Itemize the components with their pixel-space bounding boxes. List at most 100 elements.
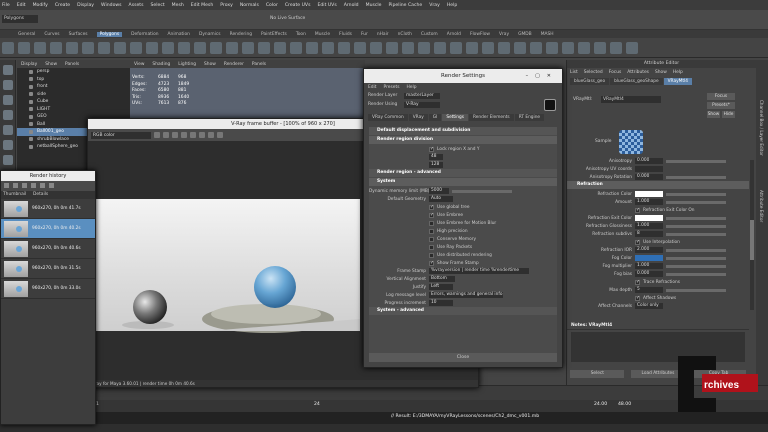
shelf-tool-icon[interactable] xyxy=(274,42,286,54)
viewport-menu-renderer[interactable]: Renderer xyxy=(224,62,244,67)
ae-node-name-field[interactable]: VRayMtl4 xyxy=(601,96,661,103)
checkbox-use-global-tree[interactable] xyxy=(429,204,434,210)
shelf-tool-icon[interactable] xyxy=(2,42,14,54)
tool-icon[interactable] xyxy=(3,155,13,165)
menu-modify[interactable]: Modify xyxy=(33,3,48,8)
ae-attr-slider[interactable] xyxy=(666,175,726,179)
history-title[interactable]: Render history xyxy=(1,171,95,181)
shelf-tool-icon[interactable] xyxy=(18,42,30,54)
shelf-tool-icon[interactable] xyxy=(82,42,94,54)
shelf-tab-vray[interactable]: Vray xyxy=(499,32,509,37)
log-level-field[interactable]: Errors, warnings and general info xyxy=(429,292,503,298)
section-system[interactable]: System xyxy=(369,178,557,186)
outliner-item[interactable]: side xyxy=(17,91,132,99)
shelf-tab-animation[interactable]: Animation xyxy=(168,32,190,37)
shelf-tab-surfaces[interactable]: Surfaces xyxy=(69,32,88,37)
side-tab-channel-box[interactable]: Channel Box / Layer Editor xyxy=(759,100,764,156)
shelf-tool-icon[interactable] xyxy=(626,42,638,54)
section-system-advanced[interactable]: System - advanced xyxy=(369,307,557,315)
viewport-menu-panels[interactable]: Panels xyxy=(252,62,266,67)
ae-attr-slider[interactable] xyxy=(666,232,726,236)
shelf-tool-icon[interactable] xyxy=(210,42,222,54)
shelf-tool-icon[interactable] xyxy=(594,42,606,54)
shelf-tab-deformation[interactable]: Deformation xyxy=(131,32,158,37)
ae-menu-help[interactable]: Help xyxy=(673,70,683,75)
viewport-menu-lighting[interactable]: Lighting xyxy=(178,62,196,67)
justify-field[interactable]: Left xyxy=(429,284,453,290)
menu-edit-mesh[interactable]: Edit Mesh xyxy=(191,3,213,8)
ae-menu-focus[interactable]: Focus xyxy=(609,70,622,75)
shelf-tool-icon[interactable] xyxy=(306,42,318,54)
load-history-icon[interactable] xyxy=(13,183,18,188)
viewport-menu-shading[interactable]: Shading xyxy=(152,62,170,67)
ae-checkbox[interactable] xyxy=(635,295,640,301)
shelf-tool-icon[interactable] xyxy=(66,42,78,54)
shelf-tab-mash[interactable]: MASH xyxy=(541,32,554,37)
menu-mesh[interactable]: Mesh xyxy=(172,3,184,8)
shelf-tool-icon[interactable] xyxy=(258,42,270,54)
range-max[interactable]: 48.00 xyxy=(618,402,631,407)
ae-attr-slider[interactable] xyxy=(666,192,726,196)
outliner-item[interactable]: front xyxy=(17,83,132,91)
focus-button[interactable]: Focus xyxy=(707,93,735,100)
shelf-tool-icon[interactable] xyxy=(514,42,526,54)
ae-attr-field[interactable]: 0.000 xyxy=(635,271,663,277)
ae-menu-attributes[interactable]: Attributes xyxy=(627,70,649,75)
show-button[interactable]: Show xyxy=(707,111,720,118)
menu-create-uvs[interactable]: Create UVs xyxy=(285,3,311,8)
ae-attr-field[interactable]: 1.000 xyxy=(635,223,663,229)
ae-attr-field[interactable]: 2.000 xyxy=(635,247,663,253)
menu-help[interactable]: Help xyxy=(447,3,457,8)
shelf-tool-icon[interactable] xyxy=(146,42,158,54)
checkbox-show-frame-stamp[interactable] xyxy=(429,260,434,266)
shelf-tool-icon[interactable] xyxy=(578,42,590,54)
ae-attr-field[interactable]: 0.000 xyxy=(635,158,663,164)
ae-attr-field[interactable]: 0.000 xyxy=(635,174,663,180)
shelf-tab-gmdb[interactable]: GMDB xyxy=(518,32,532,37)
shelf-tab-nhair[interactable]: nHair xyxy=(377,32,389,37)
history-icon[interactable] xyxy=(199,132,205,138)
ae-menu-show[interactable]: Show xyxy=(655,70,667,75)
shelf-tool-icon[interactable] xyxy=(114,42,126,54)
menu-pipeline-cache[interactable]: Pipeline Cache xyxy=(389,3,423,8)
color-swatch[interactable] xyxy=(635,255,663,261)
shelf-tool-icon[interactable] xyxy=(370,42,382,54)
ae-tab-blueglass-geo[interactable]: blueGlass_geo xyxy=(570,78,610,85)
region-x-field[interactable]: 48 xyxy=(429,154,443,160)
tool-icon[interactable] xyxy=(3,65,13,75)
ae-checkbox[interactable] xyxy=(635,239,640,245)
menu-proxy[interactable]: Proxy xyxy=(220,3,233,8)
history-item[interactable]: 960x270, 0h 0m 40.6s xyxy=(1,239,95,259)
history-item[interactable]: 960x270, 0h 0m 40.2s xyxy=(1,219,95,239)
shelf-tool-icon[interactable] xyxy=(130,42,142,54)
blue-channel-icon[interactable] xyxy=(172,132,178,138)
menu-edit-uvs[interactable]: Edit UVs xyxy=(317,3,336,8)
ae-attr-slider[interactable] xyxy=(666,288,726,292)
ae-attr-field[interactable]: 8 xyxy=(635,231,663,237)
shelf-tool-icon[interactable] xyxy=(418,42,430,54)
shelf-tab-ncloth[interactable]: nCloth xyxy=(398,32,412,37)
save-history-icon[interactable] xyxy=(4,183,9,188)
compare-a-icon[interactable] xyxy=(31,183,36,188)
dynamic-memory-field[interactable]: 5000 xyxy=(429,188,449,194)
red-channel-icon[interactable] xyxy=(154,132,160,138)
menuset-dropdown[interactable]: Polygons xyxy=(2,15,38,23)
rs-tab-vray[interactable]: VRay xyxy=(408,114,428,121)
checkbox-use-ray-packets[interactable] xyxy=(429,244,434,250)
default-geometry-field[interactable]: Auto xyxy=(429,196,453,202)
menu-windows[interactable]: Windows xyxy=(101,3,122,8)
outliner-item[interactable]: persp xyxy=(17,68,132,76)
shelf-tool-icon[interactable] xyxy=(226,42,238,54)
shelf-tool-icon[interactable] xyxy=(178,42,190,54)
rs-tab-gi[interactable]: GI xyxy=(428,114,442,121)
region-icon[interactable] xyxy=(208,132,214,138)
rs-titlebar[interactable]: Render Settings –▢✕ xyxy=(364,69,562,83)
shelf-tool-icon[interactable] xyxy=(466,42,478,54)
rs-tab-vray-common[interactable]: VRay Common xyxy=(368,114,408,121)
ae-attr-field[interactable]: 1.000 xyxy=(635,199,663,205)
menu-assets[interactable]: Assets xyxy=(129,3,144,8)
shelf-tab-curves[interactable]: Curves xyxy=(44,32,59,37)
shelf-tab-custom[interactable]: Custom xyxy=(421,32,438,37)
ae-attr-slider[interactable] xyxy=(666,272,726,276)
tool-icon[interactable] xyxy=(3,110,13,120)
